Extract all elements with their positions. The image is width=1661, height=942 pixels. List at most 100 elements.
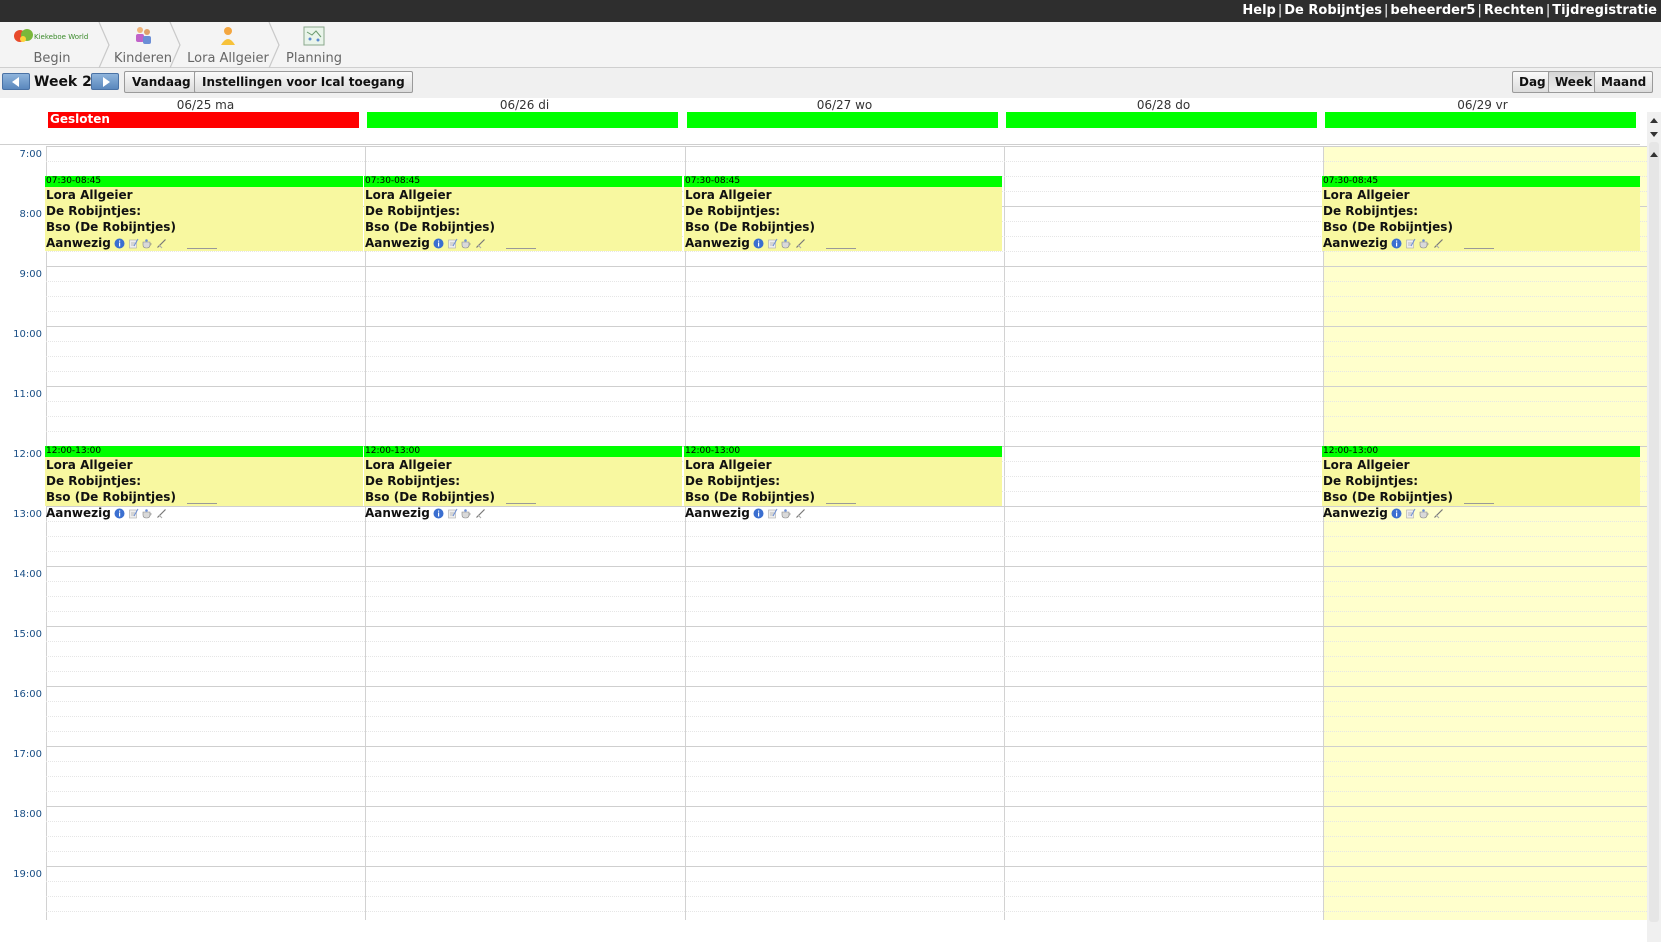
view-month-button[interactable]: Maand	[1594, 71, 1654, 93]
allday-open-bar[interactable]	[687, 112, 998, 128]
scrollbar-thumb[interactable]	[1649, 142, 1659, 922]
children-icon	[136, 27, 151, 44]
breadcrumb-lora-allgeier[interactable]: Lora Allgeier	[180, 22, 276, 68]
view-day-button[interactable]: Dag	[1512, 71, 1553, 93]
time-registration-link[interactable]: Tijdregistratie	[1552, 3, 1657, 18]
quarter-line	[46, 251, 1647, 252]
note-icon[interactable]	[1405, 238, 1416, 249]
event-underline	[506, 503, 536, 504]
breadcrumb-kinderen[interactable]: Kinderen	[108, 22, 178, 68]
time-grid[interactable]: 7:00 8:00 9:00 10:00 11:00 12:00 13:00 14:00 15:…	[0, 146, 1647, 920]
event-child-name: Lora Allgeier	[685, 188, 772, 202]
event-underline	[826, 503, 856, 504]
help-link[interactable]: Help	[1242, 3, 1275, 18]
previous-week-button[interactable]	[2, 73, 30, 90]
teacup-icon[interactable]	[142, 238, 153, 249]
hour-label: 14:00	[13, 569, 42, 580]
info-icon[interactable]	[433, 508, 444, 519]
quarter-line	[46, 791, 1647, 792]
event-status: Aanwezig	[365, 236, 430, 250]
next-week-button[interactable]	[91, 73, 119, 90]
event-child-name: Lora Allgeier	[1323, 188, 1410, 202]
breadcrumb-begin[interactable]: Kiekeboe World Begin	[10, 22, 94, 68]
event-location: Bso (De Robijntjes)	[365, 220, 495, 234]
today-button[interactable]: Vandaag	[124, 71, 199, 93]
note-icon[interactable]	[447, 508, 458, 519]
day-header[interactable]: 06/26 di	[365, 98, 684, 112]
day-column[interactable]	[365, 146, 684, 920]
teacup-icon[interactable]	[142, 508, 153, 519]
grid-scroll-up-icon[interactable]	[1650, 152, 1658, 157]
event-group: De Robijntjes:	[46, 474, 142, 488]
teacup-icon[interactable]	[461, 238, 472, 249]
quarter-line	[46, 161, 1647, 162]
planning-event[interactable]: 07:30-08:45 Lora Allgeier De Robijntjes: Bs…	[1322, 176, 1640, 251]
allday-open-bar[interactable]	[367, 112, 678, 128]
planning-event[interactable]: 12:00-13:00 Lora Allgeier De Robijntjes: Bs…	[45, 446, 363, 520]
day-column-today[interactable]	[1323, 146, 1647, 920]
edit-icon[interactable]	[156, 238, 167, 249]
teacup-icon[interactable]	[1419, 508, 1430, 519]
info-icon[interactable]	[753, 238, 764, 249]
note-icon[interactable]	[767, 238, 778, 249]
breadcrumb-planning[interactable]: Planning	[278, 22, 350, 68]
view-week-button[interactable]: Week	[1548, 71, 1600, 93]
organisation-link[interactable]: De Robijntjes	[1284, 3, 1382, 18]
allday-open-bar[interactable]	[1325, 112, 1636, 128]
note-icon[interactable]	[128, 238, 139, 249]
info-icon[interactable]	[1391, 238, 1402, 249]
planning-event[interactable]: 12:00-13:00 Lora Allgeier De Robijntjes: Bs…	[684, 446, 1002, 520]
breadcrumb-label-lora-allgeier: Lora Allgeier	[187, 51, 269, 66]
day-column[interactable]	[1004, 146, 1323, 920]
allday-closed-bar[interactable]: Gesloten	[48, 112, 359, 128]
scroll-down-icon[interactable]	[1650, 132, 1658, 137]
note-icon[interactable]	[1405, 508, 1416, 519]
teacup-icon[interactable]	[781, 508, 792, 519]
info-icon[interactable]	[433, 238, 444, 249]
scroll-up-icon[interactable]	[1650, 118, 1658, 123]
planning-event[interactable]: 12:00-13:00 Lora Allgeier De Robijntjes: Bs…	[1322, 446, 1640, 520]
edit-icon[interactable]	[1433, 238, 1444, 249]
day-header[interactable]: 06/27 wo	[685, 98, 1004, 112]
note-icon[interactable]	[128, 508, 139, 519]
day-header[interactable]: 06/29 vr	[1323, 98, 1642, 112]
user-link[interactable]: beheerder5	[1390, 3, 1475, 18]
event-underline	[1464, 248, 1494, 249]
planning-event[interactable]: 12:00-13:00 Lora Allgeier De Robijntjes: Bs…	[364, 446, 682, 520]
hour-line	[46, 566, 1647, 567]
quarter-line	[46, 431, 1647, 432]
teacup-icon[interactable]	[781, 238, 792, 249]
event-status-row: Aanwezig	[45, 505, 363, 521]
calendar-scrollbar[interactable]	[1647, 112, 1661, 942]
planning-event[interactable]: 07:30-08:45 Lora Allgeier De Robijntjes: Bs…	[684, 176, 1002, 251]
allday-open-bar[interactable]	[1006, 112, 1317, 128]
planning-event[interactable]: 07:30-08:45 Lora Allgeier De Robijntjes: Bs…	[45, 176, 363, 251]
rights-link[interactable]: Rechten	[1484, 3, 1544, 18]
event-status: Aanwezig	[685, 506, 750, 520]
edit-icon[interactable]	[156, 508, 167, 519]
event-location: Bso (De Robijntjes)	[46, 220, 176, 234]
info-icon[interactable]	[1391, 508, 1402, 519]
note-icon[interactable]	[767, 508, 778, 519]
info-icon[interactable]	[114, 238, 125, 249]
planning-event[interactable]: 07:30-08:45 Lora Allgeier De Robijntjes: Bs…	[364, 176, 682, 251]
event-child-name: Lora Allgeier	[365, 188, 452, 202]
info-icon[interactable]	[114, 508, 125, 519]
note-icon[interactable]	[447, 238, 458, 249]
teacup-icon[interactable]	[1419, 238, 1430, 249]
edit-icon[interactable]	[795, 238, 806, 249]
edit-icon[interactable]	[1433, 508, 1444, 519]
edit-icon[interactable]	[475, 508, 486, 519]
hour-label: 10:00	[13, 329, 42, 340]
day-header[interactable]: 06/25 ma	[46, 98, 365, 112]
hour-label: 16:00	[13, 689, 42, 700]
info-icon[interactable]	[753, 508, 764, 519]
ical-settings-button[interactable]: Instellingen voor Ical toegang	[194, 71, 413, 93]
edit-icon[interactable]	[475, 238, 486, 249]
teacup-icon[interactable]	[461, 508, 472, 519]
day-column[interactable]	[685, 146, 1004, 920]
edit-icon[interactable]	[795, 508, 806, 519]
day-header[interactable]: 06/28 do	[1004, 98, 1323, 112]
home-logo-icon: Kiekeboe World	[14, 29, 88, 42]
day-column[interactable]	[46, 146, 365, 920]
